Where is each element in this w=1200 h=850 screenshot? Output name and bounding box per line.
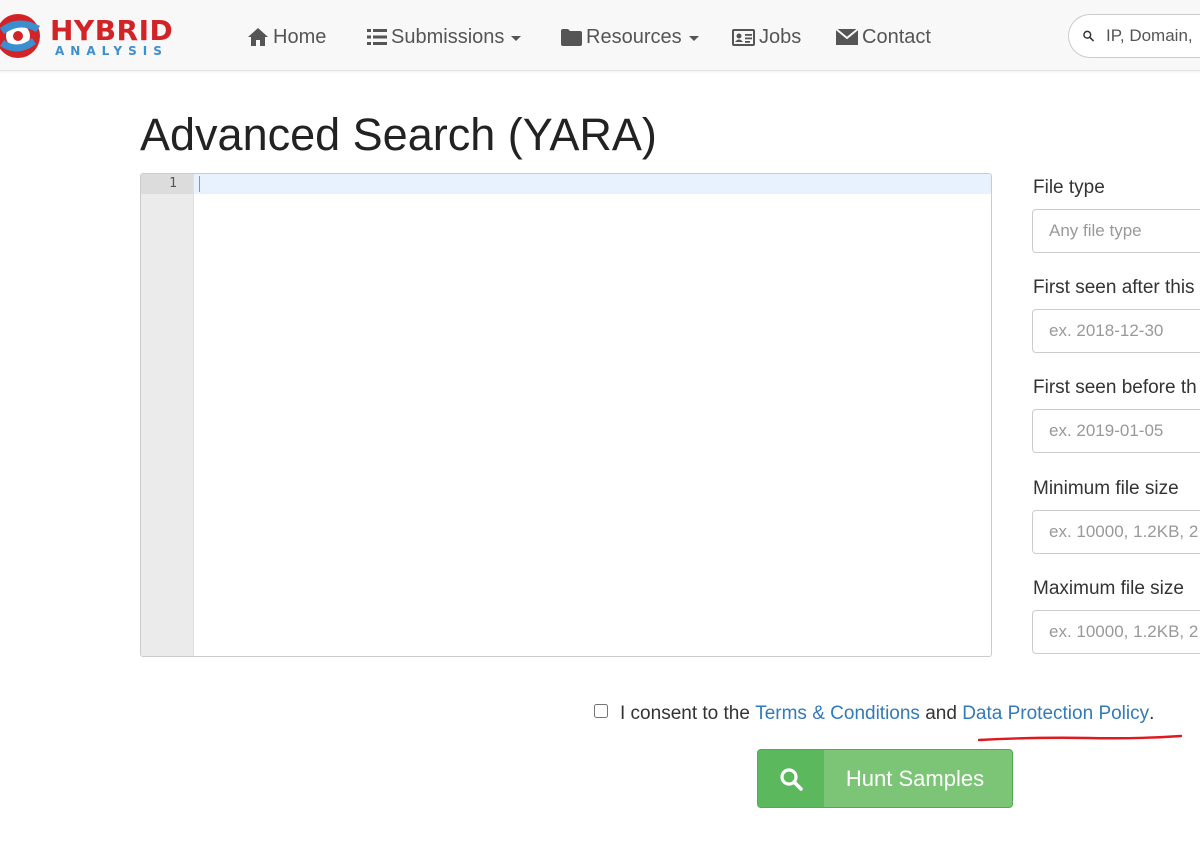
first-seen-after-input[interactable] bbox=[1032, 309, 1200, 353]
yara-rule-editor[interactable]: 1 bbox=[140, 173, 992, 657]
nav-contact-label: Contact bbox=[862, 25, 931, 48]
list-icon bbox=[367, 29, 387, 45]
file-type-label: File type bbox=[1033, 177, 1105, 198]
search-icon bbox=[780, 767, 803, 791]
data-protection-link[interactable]: Data Protection Policy bbox=[962, 703, 1149, 725]
envelope-icon bbox=[836, 29, 858, 45]
top-navbar: HYBRID ANALYSIS Home Submissions Resourc… bbox=[0, 0, 1200, 71]
first-seen-before-label: First seen before th bbox=[1033, 377, 1197, 398]
max-file-size-label: Maximum file size bbox=[1033, 578, 1184, 599]
id-card-icon bbox=[732, 28, 755, 46]
nav-jobs[interactable]: Jobs bbox=[732, 24, 801, 50]
max-file-size-input[interactable] bbox=[1032, 610, 1200, 654]
hunt-icon-box bbox=[758, 750, 824, 807]
folder-icon bbox=[561, 28, 582, 46]
chevron-down-icon bbox=[511, 36, 522, 41]
hunt-samples-button[interactable]: Hunt Samples bbox=[757, 749, 1013, 808]
consent-period: . bbox=[1149, 703, 1155, 724]
nav-jobs-label: Jobs bbox=[759, 25, 802, 48]
consent-row: I consent to the Terms & Conditions and … bbox=[594, 703, 1154, 725]
search-icon bbox=[1083, 30, 1094, 42]
min-file-size-label: Minimum file size bbox=[1033, 478, 1179, 499]
min-file-size-input[interactable] bbox=[1032, 510, 1200, 554]
nav-resources-label: Resources bbox=[586, 25, 682, 48]
logo-emblem-icon bbox=[0, 14, 40, 58]
hunt-samples-label: Hunt Samples bbox=[845, 765, 985, 791]
text-cursor bbox=[199, 176, 200, 192]
page-title: Advanced Search (YARA) bbox=[140, 109, 657, 160]
hybrid-analysis-logo[interactable]: HYBRID ANALYSIS bbox=[0, 8, 210, 64]
nav-contact[interactable]: Contact bbox=[836, 24, 931, 50]
editor-active-line[interactable] bbox=[194, 174, 991, 194]
nav-home-label: Home bbox=[273, 25, 327, 48]
line-number: 1 bbox=[169, 176, 177, 191]
red-annotation-underline bbox=[978, 734, 1182, 742]
home-icon bbox=[248, 28, 268, 46]
nav-search-input[interactable] bbox=[1104, 25, 1200, 47]
nav-home[interactable]: Home bbox=[247, 24, 326, 50]
nav-submissions-label: Submissions bbox=[391, 25, 505, 48]
consent-prefix: I consent to the bbox=[620, 703, 750, 724]
first-seen-after-label: First seen after this bbox=[1033, 277, 1195, 298]
logo-wordmark: HYBRID bbox=[50, 14, 174, 47]
first-seen-before-input[interactable] bbox=[1032, 409, 1200, 453]
file-type-select[interactable] bbox=[1032, 209, 1200, 253]
nav-resources[interactable]: Resources bbox=[561, 24, 699, 50]
nav-search-box[interactable] bbox=[1068, 14, 1200, 58]
nav-submissions[interactable]: Submissions bbox=[367, 24, 522, 50]
consent-checkbox[interactable] bbox=[594, 704, 608, 718]
logo-tagline: ANALYSIS bbox=[55, 44, 168, 58]
consent-and: and bbox=[925, 703, 957, 724]
chevron-down-icon bbox=[688, 36, 699, 41]
editor-gutter: 1 bbox=[141, 174, 194, 656]
terms-link[interactable]: Terms & Conditions bbox=[755, 703, 920, 725]
